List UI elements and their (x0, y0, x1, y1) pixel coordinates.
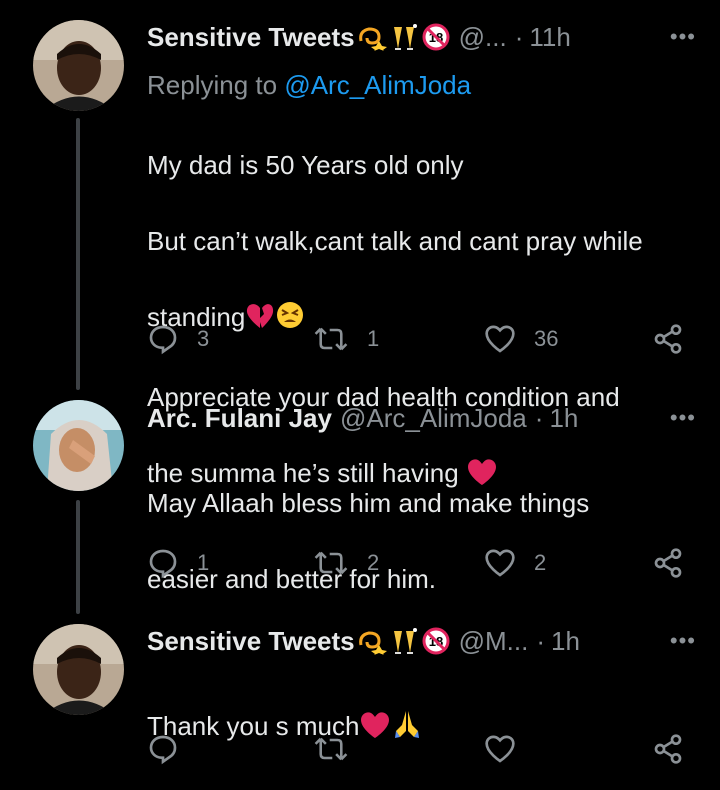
tweet-header: Arc. Fulani Jay @Arc_AlimJoda · 1h ••• (147, 401, 696, 435)
retweet-count: 1 (367, 326, 380, 351)
more-options-icon[interactable]: ••• (670, 628, 696, 654)
share-button[interactable] (652, 545, 684, 581)
timestamp[interactable]: 1h (551, 626, 580, 657)
timestamp[interactable]: 11h (529, 22, 570, 53)
reply-icon (149, 549, 177, 579)
tweet-line: May Allaah bless him and make things (147, 488, 590, 518)
heart-icon (485, 325, 515, 353)
replying-to-link[interactable]: @Arc_AlimJoda (284, 70, 471, 100)
tweet-actions: 3 1 36 (147, 321, 696, 357)
champagne-emoji-icon (389, 627, 419, 655)
retweet-icon (314, 327, 348, 351)
reply-count: 3 (197, 326, 210, 351)
dizzy-emoji-icon (357, 23, 387, 51)
handle[interactable]: @M... (459, 626, 529, 657)
separator-dot: · (534, 402, 544, 433)
tweet-line: My dad is 50 Years old only (147, 150, 464, 180)
avatar[interactable] (33, 20, 124, 111)
handle[interactable]: @Arc_AlimJoda (340, 403, 527, 434)
replying-to: Replying to @Arc_AlimJoda (147, 70, 471, 101)
retweet-button[interactable] (313, 731, 367, 767)
avatar[interactable] (33, 624, 124, 715)
retweet-count: 2 (367, 550, 380, 575)
tweet-text: May Allaah bless him and make things eas… (147, 446, 680, 636)
reply-button[interactable]: 3 (147, 321, 209, 357)
reply-button[interactable]: 1 (147, 545, 209, 581)
like-count: 36 (534, 326, 559, 351)
dizzy-emoji-icon (357, 627, 387, 655)
avatar[interactable] (33, 400, 124, 491)
no-under-eighteen-emoji-icon: 18 (421, 626, 451, 656)
share-icon (654, 734, 682, 764)
share-button[interactable] (652, 731, 684, 767)
retweet-button[interactable]: 2 (313, 545, 379, 581)
retweet-icon (314, 551, 348, 575)
like-button[interactable] (484, 731, 534, 767)
retweet-icon (314, 737, 348, 761)
separator-dot: · (536, 625, 546, 656)
share-icon (654, 548, 682, 578)
tweet-actions: 1 2 2 (147, 545, 696, 581)
heart-icon (485, 735, 515, 763)
like-button[interactable]: 36 (484, 321, 558, 357)
reply-icon (149, 325, 177, 355)
like-count: 2 (534, 550, 547, 575)
share-icon (654, 324, 682, 354)
champagne-emoji-icon (389, 23, 419, 51)
retweet-button[interactable]: 1 (313, 321, 379, 357)
more-options-icon[interactable]: ••• (670, 405, 696, 431)
thread-line (76, 118, 80, 390)
more-options-icon[interactable]: ••• (670, 24, 696, 50)
tweet-header: Sensitive Tweets 18 @... · 11h ••• (147, 20, 696, 54)
display-name[interactable]: Sensitive Tweets (147, 626, 355, 657)
timestamp[interactable]: 1h (549, 403, 578, 434)
thread-line (76, 500, 80, 614)
handle[interactable]: @... (459, 22, 507, 53)
share-button[interactable] (652, 321, 684, 357)
reply-button[interactable] (147, 731, 197, 767)
display-name[interactable]: Sensitive Tweets (147, 22, 355, 53)
reply-icon (149, 735, 177, 765)
no-under-eighteen-emoji-icon: 18 (421, 22, 451, 52)
tweet-actions (147, 731, 696, 767)
separator-dot: · (514, 21, 524, 52)
tweet-header: Sensitive Tweets 18 @M... · 1h ••• (147, 624, 696, 658)
like-button[interactable]: 2 (484, 545, 546, 581)
replying-to-label: Replying to (147, 70, 285, 100)
tweet-text: Thank you s much (147, 669, 680, 787)
reply-count: 1 (197, 550, 210, 575)
heart-icon (485, 549, 515, 577)
display-name[interactable]: Arc. Fulani Jay (147, 403, 332, 434)
tweet-line: But can’t walk,cant talk and cant pray w… (147, 226, 643, 256)
